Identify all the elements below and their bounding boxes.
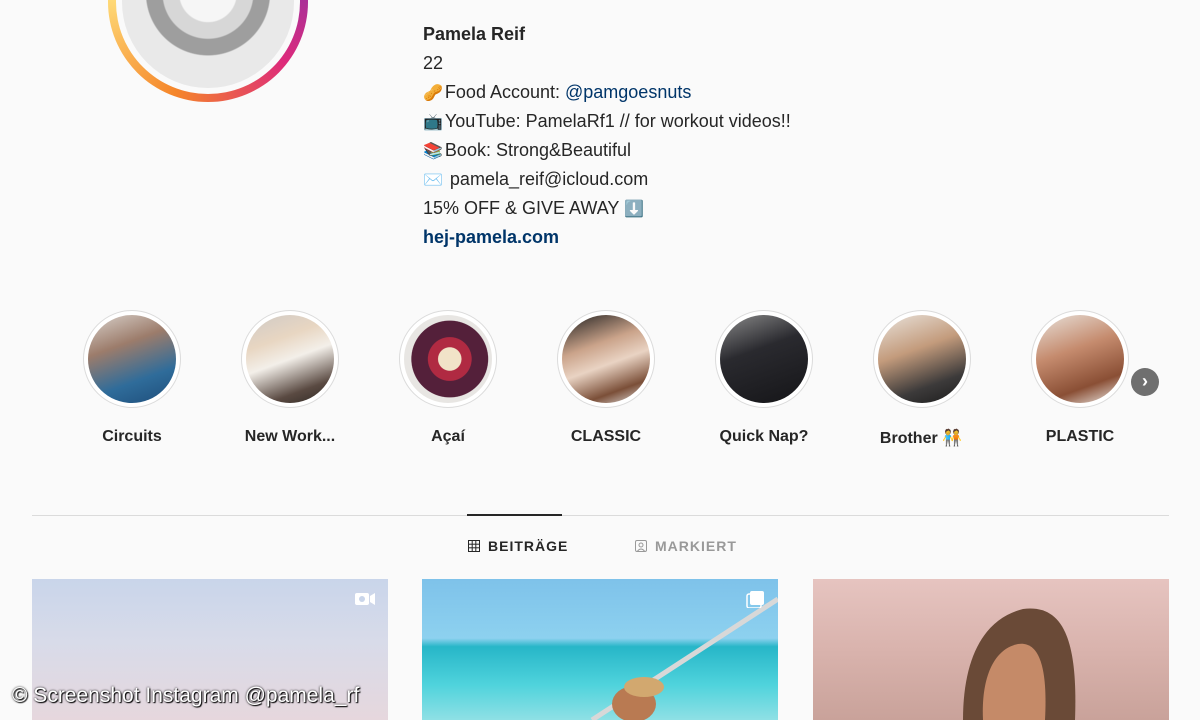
tab-tagged-label: MARKIERT (655, 538, 737, 554)
bio-youtube: 📺 YouTube: PamelaRf1 // for workout video… (423, 107, 1123, 136)
highlight-label: Brother 🧑‍🤝‍🧑 (842, 428, 1002, 448)
post-illustration (963, 608, 1076, 720)
highlight-label: New Work... (244, 428, 336, 445)
siblings-icon: 🧑‍🤝‍🧑 (942, 430, 963, 447)
post-illustration (590, 596, 778, 720)
envelope-icon: ✉️ (423, 172, 443, 189)
tab-tagged[interactable]: MARKIERT (635, 538, 737, 554)
bio-food-account: 🥜 Food Account: @pamgoesnuts (423, 78, 1123, 107)
highlight-ring (873, 310, 971, 408)
highlight-image (562, 315, 650, 403)
highlight-image (246, 315, 334, 403)
highlight-ring (241, 310, 339, 408)
profile-age: 22 (423, 53, 444, 73)
highlight-ring (399, 310, 497, 408)
bio-youtube-text: YouTube: PamelaRf1 // for workout videos… (444, 111, 791, 131)
post-tile[interactable] (813, 579, 1169, 720)
peanut-icon: 🥜 (423, 85, 443, 102)
highlights-next-button[interactable]: › (1131, 368, 1159, 396)
chevron-right-icon: › (1142, 371, 1148, 391)
bio-email: ✉️ pamela_reif@icloud.com (423, 165, 1123, 194)
highlight-label: PLASTIC (1045, 428, 1115, 445)
avatar-ring-inner (116, 0, 300, 94)
post-tile[interactable] (422, 579, 778, 720)
tagged-icon (635, 540, 647, 552)
grid-icon (468, 540, 480, 552)
highlight-quick-nap[interactable]: Quick Nap? (684, 310, 844, 446)
profile-name: Pamela Reif (423, 24, 526, 44)
bio-book: 📚 Book: Strong&Beautiful (423, 136, 1123, 165)
website-link[interactable]: hej-pamela.com (423, 223, 1123, 252)
food-account-link[interactable]: @pamgoesnuts (565, 82, 691, 102)
bio-food-prefix: Food Account: (444, 82, 565, 102)
highlight-ring (715, 310, 813, 408)
profile-avatar[interactable] (108, 0, 308, 102)
highlight-new-workout[interactable]: New Work... (210, 310, 370, 446)
video-icon (355, 593, 375, 605)
highlight-circuits[interactable]: Circuits (52, 310, 212, 446)
highlight-image (404, 315, 492, 403)
bio-email-text: pamela_reif@icloud.com (444, 169, 649, 189)
highlight-acai[interactable]: Açaí (368, 310, 528, 446)
bio-giveaway: 15% OFF & GIVE AWAY ⬇️ (423, 194, 1123, 223)
highlight-label: Circuits (102, 428, 162, 445)
bio-book-text: Book: Strong&Beautiful (444, 140, 632, 160)
down-arrow-icon: ⬇️ (624, 201, 644, 218)
highlight-label: Quick Nap? (719, 428, 809, 445)
highlight-label: Açaí (431, 428, 465, 445)
carousel-icon (746, 591, 764, 608)
bio-giveaway-text: 15% OFF & GIVE AWAY (423, 198, 625, 218)
tab-posts[interactable]: BEITRÄGE (468, 538, 568, 554)
highlight-image (720, 315, 808, 403)
highlight-classic[interactable]: CLASSIC (526, 310, 686, 446)
highlight-brother[interactable]: Brother 🧑‍🤝‍🧑 (842, 310, 1002, 448)
tabs-divider (32, 515, 1169, 516)
highlight-ring (1031, 310, 1129, 408)
profile-bio: Pamela Reif 22 🥜 Food Account: @pamgoesnu… (423, 20, 1123, 252)
screenshot-watermark: © Screenshot Instagram @pamela_rf (12, 684, 360, 707)
highlight-ring (557, 310, 655, 408)
avatar-photo (122, 0, 294, 88)
tv-icon: 📺 (423, 114, 443, 131)
tab-posts-label: BEITRÄGE (488, 538, 569, 554)
highlight-label-text: Brother (879, 430, 938, 447)
highlight-ring (83, 310, 181, 408)
active-tab-indicator (467, 514, 562, 516)
highlight-image (88, 315, 176, 403)
highlight-image (1036, 315, 1124, 403)
books-icon: 📚 (423, 143, 443, 160)
highlight-label: CLASSIC (570, 428, 642, 445)
highlight-image (878, 315, 966, 403)
